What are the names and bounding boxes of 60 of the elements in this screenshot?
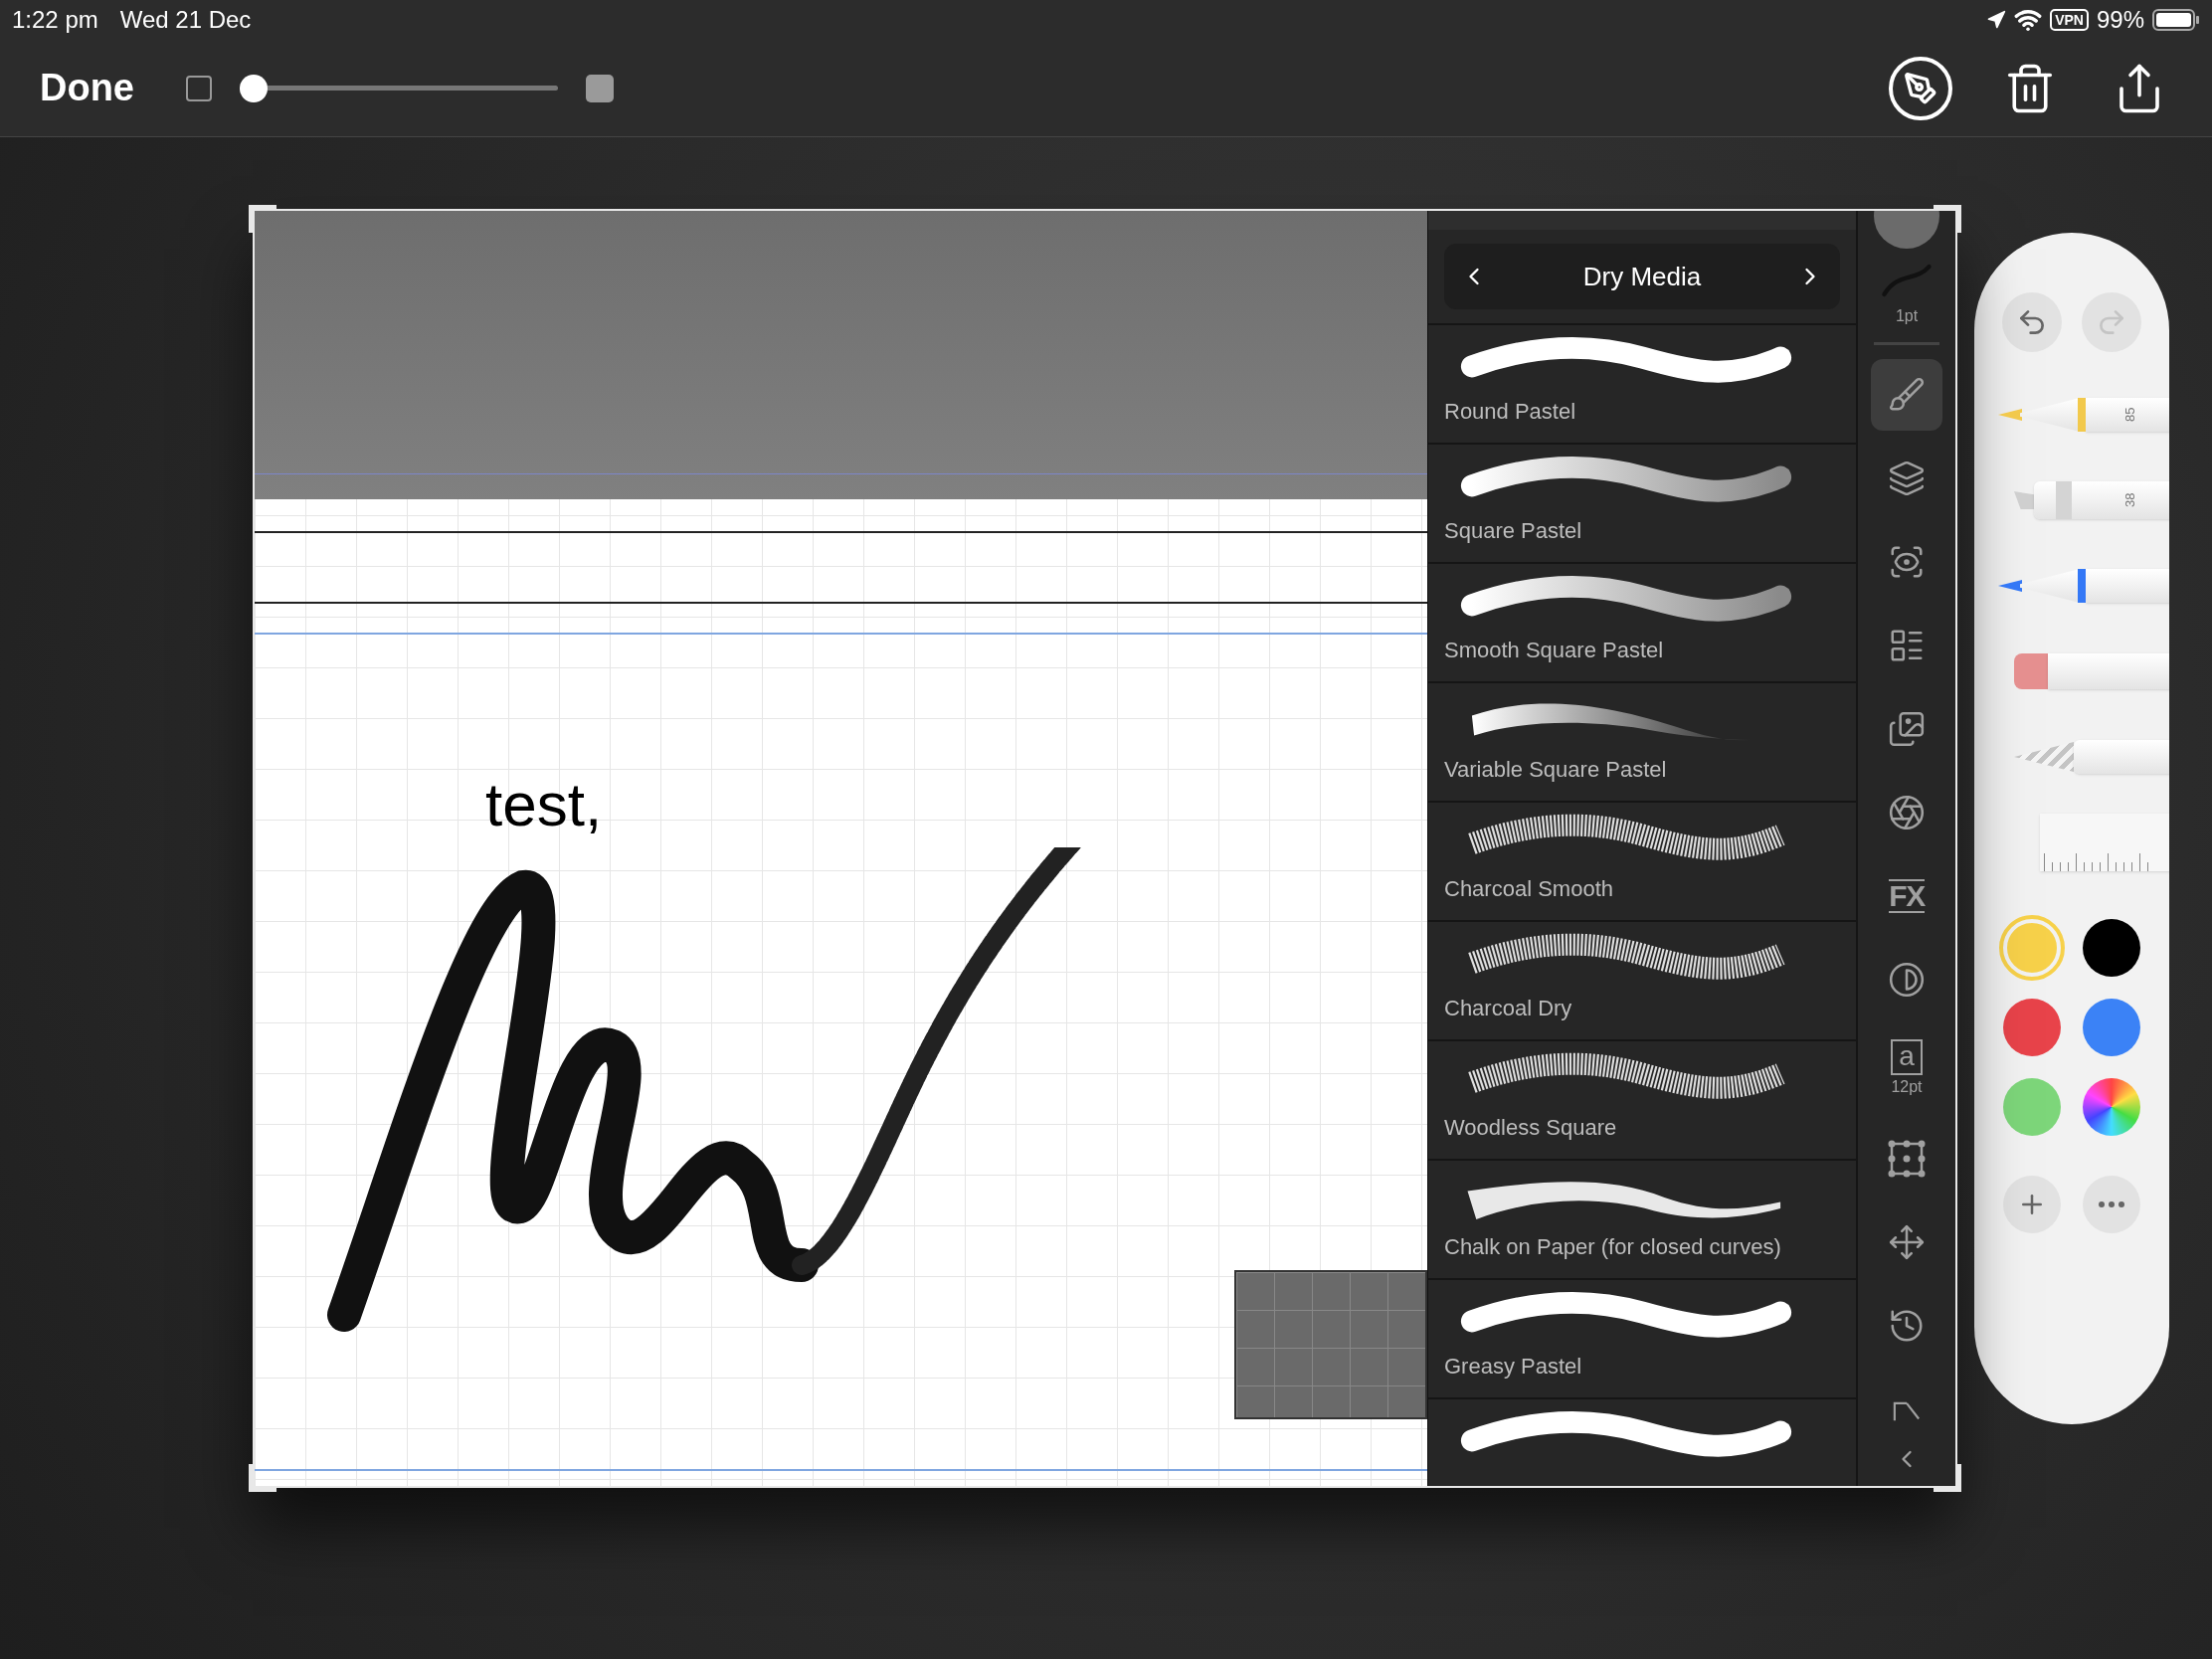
stroke-width-label: 1pt: [1895, 306, 1919, 326]
category-switcher[interactable]: Dry Media: [1444, 244, 1840, 309]
brush-icon: [1888, 376, 1926, 414]
color-swatch[interactable]: [2083, 999, 2140, 1056]
color-swatch[interactable]: [2003, 999, 2061, 1056]
thin-stroke-icon: [186, 75, 212, 101]
markup-button[interactable]: [1888, 55, 1953, 121]
markup-pen-icon: [1889, 56, 1952, 120]
brush-row[interactable]: Square Pastel: [1428, 445, 1856, 564]
corner-handle[interactable]: [1934, 205, 1961, 233]
brush-name: Chalk on Paper (for closed curves): [1444, 1233, 1782, 1261]
color-swatch[interactable]: [2083, 919, 2140, 977]
brush-row[interactable]: Charcoal Smooth: [1428, 803, 1856, 922]
opacity-slider[interactable]: [240, 74, 558, 102]
corner-handle[interactable]: [1934, 1464, 1961, 1492]
brush-row[interactable]: Greasy Pastel: [1428, 1280, 1856, 1399]
location-icon: [1986, 10, 2007, 30]
slider-thumb[interactable]: [240, 74, 268, 102]
transform-nodes-icon: [1887, 1139, 1927, 1179]
corner-handle[interactable]: [249, 1464, 276, 1492]
brush-name: Charcoal Smooth: [1444, 875, 1614, 903]
thick-stroke-icon: [586, 74, 614, 102]
brush-row[interactable]: Chalk on Paper (for closed curves): [1428, 1161, 1856, 1280]
brush-row[interactable]: Woodless Square: [1428, 1041, 1856, 1161]
color-swatch[interactable]: [2003, 919, 2061, 977]
brush-name: Woodless Square: [1444, 1114, 1618, 1142]
marker-tool[interactable]: 38: [1974, 458, 2169, 543]
eye-icon: [1888, 543, 1926, 581]
brush-name: Variable Square Pastel: [1444, 756, 1668, 784]
more-icon: [2099, 1201, 2124, 1207]
pencil-tool[interactable]: 85: [1974, 372, 2169, 458]
brush-name: Greasy Pastel: [1444, 1353, 1583, 1381]
brush-name: Smooth Square Pastel: [1444, 637, 1665, 664]
corner-handle[interactable]: [249, 205, 276, 233]
done-button[interactable]: Done: [40, 60, 134, 116]
brush-row[interactable]: Variable Square Pastel: [1428, 683, 1856, 803]
color-wheel[interactable]: [2083, 1078, 2140, 1136]
half-circle-icon: [1888, 961, 1926, 999]
color-swatch[interactable]: [2003, 1078, 2061, 1136]
status-time: 1:22 pm: [12, 5, 98, 35]
brush-name: Square Pastel: [1444, 517, 1583, 545]
status-date: Wed 21 Dec: [119, 5, 252, 35]
brush-name: Round Pastel: [1444, 398, 1577, 426]
battery-icon: [2152, 8, 2200, 32]
images-icon: [1888, 710, 1926, 748]
tool-button[interactable]: FX: [1871, 860, 1942, 932]
brush-row[interactable]: Round Pastel: [1428, 325, 1856, 445]
move-icon: [1888, 1223, 1926, 1261]
brush-row[interactable]: Charcoal Dry: [1428, 922, 1856, 1041]
category-title: Dry Media: [1581, 260, 1703, 293]
tool-button[interactable]: [1871, 359, 1942, 431]
aperture-icon: [1888, 794, 1926, 831]
drawing-canvas[interactable]: test,: [255, 211, 1427, 1486]
layers-icon: [1888, 460, 1926, 497]
brush-row[interactable]: Smooth Square Pastel: [1428, 564, 1856, 683]
battery-percent: 99%: [2096, 5, 2144, 35]
vpn-badge: VPN: [2050, 9, 2089, 31]
brush-name: Charcoal Dry: [1444, 995, 1573, 1022]
text-tool-button[interactable]: a 12pt: [1871, 1027, 1942, 1111]
canvas-text: test,: [485, 769, 603, 840]
